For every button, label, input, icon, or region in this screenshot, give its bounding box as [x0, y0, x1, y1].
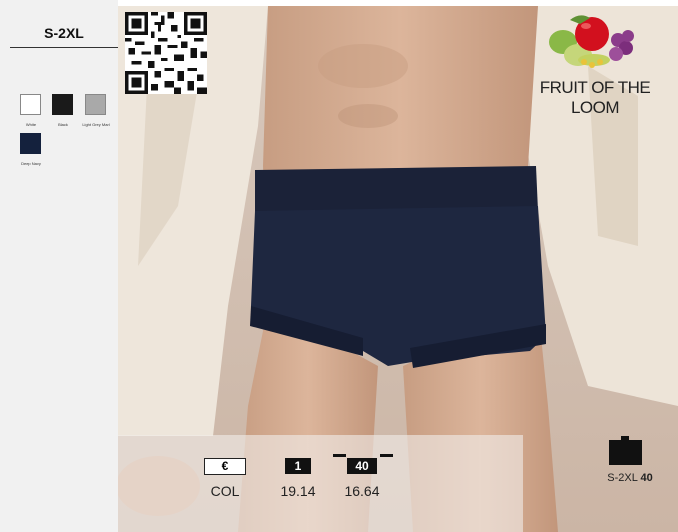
divider — [10, 47, 118, 48]
carton-label: S-2XL 40 — [590, 472, 670, 484]
carton-flap-right — [380, 454, 393, 457]
carton-flap-left — [333, 454, 346, 457]
swatch-label-white: White — [25, 122, 37, 127]
currency-label: COL — [210, 483, 240, 499]
price-panel: € COL 1 19.14 40 16.64 — [118, 435, 523, 532]
single-qty-badge: 1 — [285, 458, 311, 474]
carton-icon — [609, 440, 642, 465]
brand-name: FRUIT OF THE LOOM — [539, 78, 651, 117]
single-price: 19.14 — [280, 483, 316, 499]
swatch-white[interactable] — [20, 94, 41, 115]
carton-qty: 40 — [640, 472, 653, 484]
carton-size: S-2XL — [607, 472, 638, 484]
swatch-deep-navy[interactable] — [20, 133, 41, 154]
left-panel — [0, 0, 118, 532]
carton-qty-badge: 40 — [347, 458, 377, 474]
swatch-label-light-grey-marl: Light Grey Marl — [82, 122, 110, 127]
size-range: S-2XL — [44, 25, 84, 41]
currency-box: € — [204, 458, 246, 475]
swatch-black[interactable] — [52, 94, 73, 115]
swatch-label-deep-navy: Deep Navy — [21, 161, 41, 166]
fruit-logo-icon — [549, 15, 634, 68]
swatch-label-black: Black — [58, 122, 68, 127]
carton-price: 16.64 — [344, 483, 380, 499]
qr-code — [125, 12, 207, 94]
swatch-light-grey-marl[interactable] — [85, 94, 106, 115]
brand-logo: FRUIT OF THE LOOM — [530, 10, 660, 117]
